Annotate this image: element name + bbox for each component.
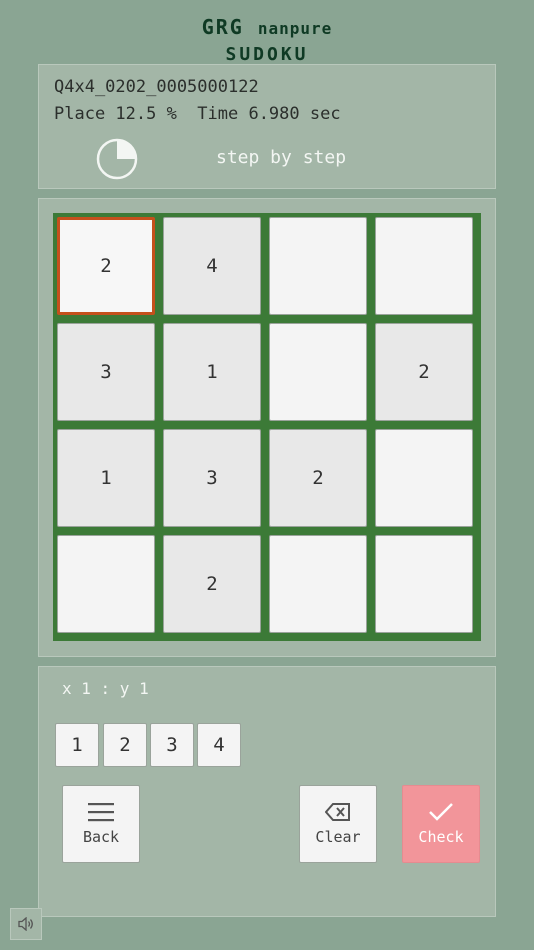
- sound-toggle-button[interactable]: [10, 908, 42, 940]
- cell-r3-c1[interactable]: 1: [57, 429, 155, 527]
- menu-icon: [88, 803, 114, 822]
- control-panel: x 1 : y 1 1 2 3 4 Back Clear Check: [38, 666, 496, 917]
- cell-r4-c4[interactable]: [375, 535, 473, 633]
- board-panel: 243121322: [38, 198, 496, 657]
- logo-text-nanpure: nanpure: [257, 19, 333, 38]
- clear-button[interactable]: Clear: [299, 785, 377, 863]
- cell-r1-c4[interactable]: [375, 217, 473, 315]
- backspace-icon: [325, 803, 350, 821]
- cell-r1-c2[interactable]: 4: [163, 217, 261, 315]
- back-label: Back: [82, 828, 120, 846]
- back-button[interactable]: Back: [62, 785, 140, 863]
- puzzle-id: Q4x4_0202_0005000122: [54, 77, 259, 97]
- cursor-position: x 1 : y 1: [62, 679, 149, 698]
- cell-r2-c2[interactable]: 1: [163, 323, 261, 421]
- cell-r3-c3[interactable]: 2: [269, 429, 367, 527]
- app-logo: GRG nanpure SUDOKU: [0, 14, 534, 68]
- checkmark-icon: [429, 803, 453, 821]
- clear-label: Clear: [315, 828, 361, 846]
- cell-r4-c2[interactable]: 2: [163, 535, 261, 633]
- cell-r2-c3[interactable]: [269, 323, 367, 421]
- cell-r3-c2[interactable]: 3: [163, 429, 261, 527]
- check-label: Check: [418, 828, 464, 846]
- cell-r4-c3[interactable]: [269, 535, 367, 633]
- place-time-stats: Place 12.5 % Time 6.980 sec: [54, 104, 341, 124]
- progress-pie-icon: [96, 138, 138, 180]
- cell-r1-c1[interactable]: 2: [57, 217, 155, 315]
- number-button-4[interactable]: 4: [197, 723, 241, 767]
- cell-r2-c4[interactable]: 2: [375, 323, 473, 421]
- cell-r1-c3[interactable]: [269, 217, 367, 315]
- info-panel: Q4x4_0202_0005000122 Place 12.5 % Time 6…: [38, 64, 496, 189]
- number-button-3[interactable]: 3: [150, 723, 194, 767]
- cell-r3-c4[interactable]: [375, 429, 473, 527]
- logo-text-grg: GRG: [201, 15, 244, 39]
- speaker-icon: [18, 917, 33, 931]
- number-button-1[interactable]: 1: [55, 723, 99, 767]
- mode-label[interactable]: step by step: [216, 147, 346, 168]
- check-button[interactable]: Check: [402, 785, 480, 863]
- cell-r4-c1[interactable]: [57, 535, 155, 633]
- number-button-2[interactable]: 2: [103, 723, 147, 767]
- sudoku-grid: 243121322: [53, 213, 481, 641]
- cell-r2-c1[interactable]: 3: [57, 323, 155, 421]
- box-divider-horizontal: [53, 425, 481, 428]
